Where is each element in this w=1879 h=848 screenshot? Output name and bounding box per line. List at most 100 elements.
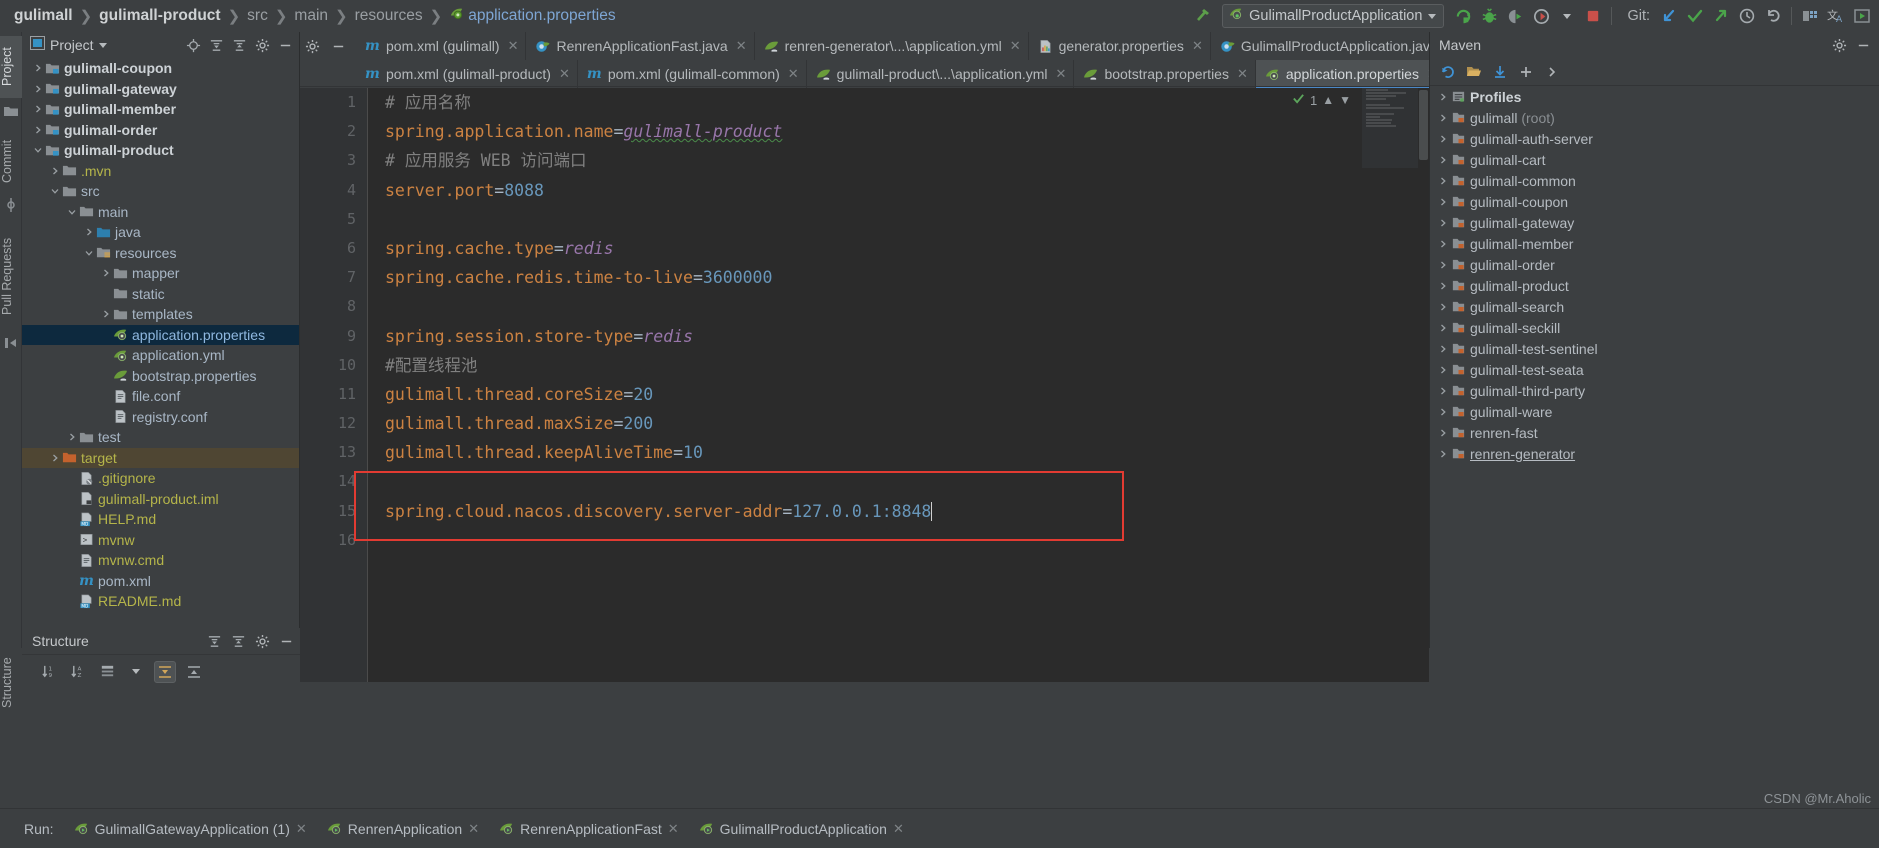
tree-twisty-icon[interactable] bbox=[31, 63, 44, 73]
collapse-toggle-icon[interactable] bbox=[183, 661, 205, 683]
run-tab-renrenapplicationfast[interactable]: RenrenApplicationFast ✕ bbox=[489, 809, 689, 848]
close-icon[interactable]: ✕ bbox=[508, 38, 519, 54]
structure-icon[interactable] bbox=[1797, 3, 1823, 29]
tree-node-registry-conf[interactable]: registry.conf bbox=[22, 407, 299, 428]
editor-minimap[interactable] bbox=[1362, 88, 1418, 168]
plus-icon[interactable] bbox=[1516, 62, 1536, 82]
maven-node-gulimall-common[interactable]: gulimall-common bbox=[1430, 170, 1879, 191]
tree-node-static[interactable]: static bbox=[22, 284, 299, 305]
editor-tab-renren-generator-application-yml[interactable]: renren-generator\...\application.yml ✕ bbox=[755, 32, 1029, 60]
collapse-all-icon[interactable] bbox=[229, 35, 249, 55]
run-tabs[interactable]: GulimallGatewayApplication (1) ✕ RenrenApp… bbox=[64, 809, 914, 848]
tree-twisty-icon[interactable] bbox=[48, 453, 61, 463]
collapse-all-icon[interactable] bbox=[228, 631, 248, 651]
gear-icon[interactable] bbox=[252, 631, 272, 651]
code-line[interactable] bbox=[369, 292, 1429, 321]
maven-node-gulimall-auth-server[interactable]: gulimall-auth-server bbox=[1430, 128, 1879, 149]
chevron-right-icon[interactable] bbox=[1542, 62, 1562, 82]
maven-node-gulimall-product[interactable]: gulimall-product bbox=[1430, 275, 1879, 296]
tree-twisty-icon[interactable] bbox=[1436, 428, 1450, 438]
run-button[interactable] bbox=[1450, 3, 1476, 29]
sidebar-item-pull-requests[interactable]: Pull Requests bbox=[0, 224, 22, 328]
close-icon[interactable]: ✕ bbox=[893, 821, 904, 837]
run-tab-gulimallproductapplication[interactable]: GulimallProductApplication ✕ bbox=[689, 809, 914, 848]
tree-twisty-icon[interactable] bbox=[82, 248, 95, 258]
commit-button[interactable] bbox=[1682, 3, 1708, 29]
sidebar-item-structure[interactable]: Structure bbox=[0, 650, 22, 716]
editor-tab-gulimallproductapplication-java[interactable]: GulimallProductApplication.java✕ bbox=[1211, 32, 1465, 60]
translate-icon[interactable]: 文A bbox=[1823, 3, 1849, 29]
code-line[interactable]: #配置线程池 bbox=[369, 351, 1429, 380]
code-line[interactable]: spring.session.store-type=redis bbox=[369, 322, 1429, 351]
close-icon[interactable]: ✕ bbox=[1237, 66, 1248, 82]
editor-tab-bootstrap-properties[interactable]: bootstrap.properties ✕ bbox=[1074, 60, 1256, 88]
maven-node-gulimall-coupon[interactable]: gulimall-coupon bbox=[1430, 191, 1879, 212]
tree-node-gitignore[interactable]: .gitignore bbox=[22, 468, 299, 489]
tree-node-pom-xml[interactable]: m pom.xml bbox=[22, 571, 299, 592]
tree-twisty-icon[interactable] bbox=[1436, 92, 1450, 102]
minus-icon[interactable] bbox=[276, 631, 296, 651]
maven-node-gulimall-member[interactable]: gulimall-member bbox=[1430, 233, 1879, 254]
tree-twisty-icon[interactable] bbox=[48, 166, 61, 176]
refresh-icon[interactable] bbox=[1438, 62, 1458, 82]
code-line[interactable]: spring.cloud.nacos.discovery.server-addr… bbox=[369, 497, 1429, 526]
tree-node-test[interactable]: test bbox=[22, 427, 299, 448]
code-line[interactable]: gulimall.thread.maxSize=200 bbox=[369, 409, 1429, 438]
tree-node-gulimall-product-iml[interactable]: gulimall-product.iml bbox=[22, 489, 299, 510]
maven-node-gulimall-ware[interactable]: gulimall-ware bbox=[1430, 401, 1879, 422]
inspection-widget[interactable]: 1 ▲ ▼ bbox=[1292, 92, 1351, 108]
tree-node-bootstrap-properties[interactable]: bootstrap.properties bbox=[22, 366, 299, 387]
tree-node-java[interactable]: java bbox=[22, 222, 299, 243]
run-tab-gulimallgatewayapplication-1[interactable]: GulimallGatewayApplication (1) ✕ bbox=[64, 809, 317, 848]
tree-node-mvnw[interactable]: > mvnw bbox=[22, 530, 299, 551]
tree-twisty-icon[interactable] bbox=[1436, 386, 1450, 396]
rollback-button[interactable] bbox=[1760, 3, 1786, 29]
tree-twisty-icon[interactable] bbox=[1436, 260, 1450, 270]
tree-node-file-conf[interactable]: file.conf bbox=[22, 386, 299, 407]
breadcrumb-item-main[interactable]: main bbox=[294, 7, 328, 25]
editor-vertical-scrollbar[interactable] bbox=[1418, 88, 1429, 682]
breadcrumb-item-resources[interactable]: resources bbox=[355, 7, 423, 25]
sidebar-item-commit[interactable]: Commit bbox=[0, 130, 22, 192]
tree-twisty-icon[interactable] bbox=[1436, 113, 1450, 123]
download-icon[interactable] bbox=[1490, 62, 1510, 82]
tree-node-mvnw-cmd[interactable]: mvnw.cmd bbox=[22, 550, 299, 571]
debug-button[interactable] bbox=[1476, 3, 1502, 29]
code-line[interactable]: spring.application.name=gulimall-product bbox=[369, 117, 1429, 146]
tree-node-mapper[interactable]: mapper bbox=[22, 263, 299, 284]
chevron-down-icon[interactable] bbox=[125, 661, 147, 683]
group-icon[interactable] bbox=[96, 661, 118, 683]
close-icon[interactable]: ✕ bbox=[559, 66, 570, 82]
maven-node-gulimall-search[interactable]: gulimall-search bbox=[1430, 296, 1879, 317]
code-line[interactable]: spring.cache.redis.time-to-live=3600000 bbox=[369, 263, 1429, 292]
tree-twisty-icon[interactable] bbox=[1436, 344, 1450, 354]
code-editor[interactable]: 1 2 3 4 5 6 7 8 9 10 11 12 13 14 15 16 # 应用名称 spring.app… bbox=[300, 88, 1429, 682]
maven-node-gulimall-order[interactable]: gulimall-order bbox=[1430, 254, 1879, 275]
code-line[interactable]: gulimall.thread.keepAliveTime=10 bbox=[369, 438, 1429, 467]
play-box-icon[interactable] bbox=[1849, 3, 1875, 29]
editor-tab-gulimall-product-application-yml[interactable]: gulimall-product\...\application.yml ✕ bbox=[807, 60, 1075, 88]
scrollbar-thumb[interactable] bbox=[1419, 90, 1428, 160]
sort-type-icon[interactable]: 19 bbox=[38, 661, 60, 683]
breadcrumb-item-file[interactable]: application.properties bbox=[468, 7, 615, 25]
tree-twisty-icon[interactable] bbox=[31, 145, 44, 155]
tree-twisty-icon[interactable] bbox=[1436, 449, 1450, 459]
minus-icon[interactable] bbox=[328, 36, 348, 56]
close-icon[interactable]: ✕ bbox=[1056, 66, 1067, 82]
tree-node-target[interactable]: target bbox=[22, 447, 299, 468]
expand-all-icon[interactable] bbox=[206, 35, 226, 55]
project-tree[interactable]: gulimall-coupon gulimall-gateway gulimall-… bbox=[22, 58, 299, 628]
profile-dropdown-icon[interactable] bbox=[1554, 3, 1580, 29]
expand-all-icon[interactable] bbox=[204, 631, 224, 651]
tree-twisty-icon[interactable] bbox=[1436, 239, 1450, 249]
maven-node-gulimall-test-sentinel[interactable]: gulimall-test-sentinel bbox=[1430, 338, 1879, 359]
tree-node-readme-md[interactable]: MD README.md bbox=[22, 591, 299, 612]
tree-twisty-icon[interactable] bbox=[99, 309, 112, 319]
sidebar-item-project[interactable]: Project bbox=[0, 36, 22, 98]
breadcrumb-item-project[interactable]: gulimall bbox=[14, 7, 73, 25]
editor-tab-row-1[interactable]: m pom.xml (gulimall) ✕ RenrenApplicationFas… bbox=[356, 32, 1465, 60]
close-icon[interactable]: ✕ bbox=[296, 821, 307, 837]
expand-toggle-icon[interactable] bbox=[154, 660, 176, 683]
maven-node-gulimall[interactable]: gulimall (root) bbox=[1430, 107, 1879, 128]
tree-node-resources[interactable]: resources bbox=[22, 243, 299, 264]
